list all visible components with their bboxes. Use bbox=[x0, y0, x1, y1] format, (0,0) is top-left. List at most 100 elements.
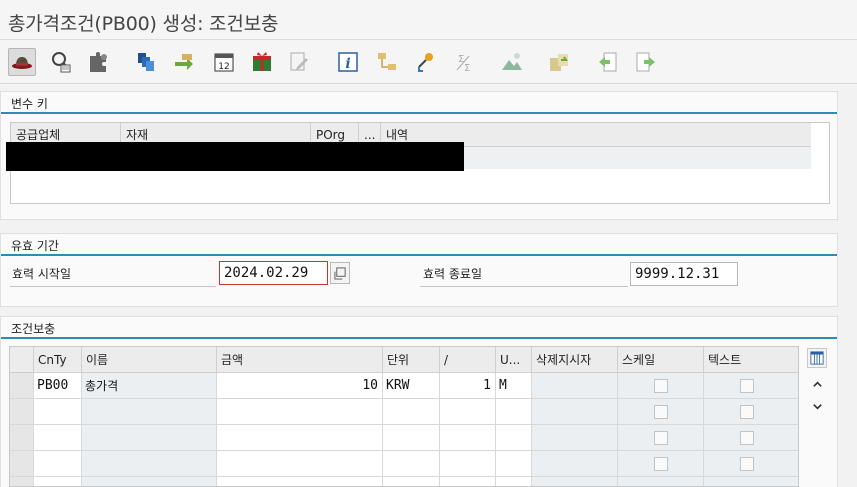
text-checkbox[interactable] bbox=[740, 431, 754, 445]
text-cell bbox=[704, 451, 798, 477]
text-cell bbox=[704, 477, 798, 486]
amount-cell[interactable] bbox=[217, 451, 383, 477]
column-header-amount[interactable]: 금액 bbox=[217, 347, 383, 373]
back-page-icon[interactable] bbox=[594, 48, 622, 76]
row-selector[interactable] bbox=[10, 399, 34, 425]
deletion-cell bbox=[532, 373, 618, 399]
gift-icon[interactable] bbox=[248, 48, 276, 76]
unit-cell[interactable] bbox=[383, 399, 440, 425]
name-cell bbox=[82, 399, 217, 425]
name-cell: 총가격 bbox=[82, 373, 217, 399]
amount-cell[interactable]: 10 bbox=[217, 373, 383, 399]
text-cell bbox=[704, 373, 798, 399]
column-settings-button[interactable] bbox=[807, 348, 827, 368]
import-icon[interactable] bbox=[545, 48, 573, 76]
name-cell bbox=[82, 477, 217, 486]
scale-checkbox[interactable] bbox=[654, 405, 668, 419]
window-title: 총가격조건(PB00) 생성: 조건보충 bbox=[8, 13, 279, 35]
conditions-title: 조건보충 bbox=[11, 322, 56, 336]
calendar-day-text: 12 bbox=[218, 62, 229, 72]
row-selector-header[interactable] bbox=[10, 347, 34, 373]
text-checkbox[interactable] bbox=[740, 457, 754, 471]
sum-icon[interactable]: ΣΣ bbox=[449, 48, 477, 76]
structure-icon[interactable] bbox=[373, 48, 401, 76]
unit-cell[interactable]: KRW bbox=[383, 373, 440, 399]
cnty-cell[interactable] bbox=[34, 399, 82, 425]
scale-cell bbox=[618, 451, 704, 477]
scale-cell bbox=[618, 425, 704, 451]
hat-icon[interactable] bbox=[8, 48, 36, 76]
stack-icon[interactable] bbox=[133, 48, 161, 76]
column-header-text[interactable]: 텍스트 bbox=[704, 347, 798, 373]
scroll-up-button[interactable] bbox=[807, 374, 827, 394]
cnty-cell[interactable] bbox=[34, 425, 82, 451]
per-cell[interactable] bbox=[440, 425, 496, 451]
search-list-icon[interactable] bbox=[47, 48, 75, 76]
date-picker-button[interactable] bbox=[330, 262, 350, 284]
uom-cell[interactable] bbox=[496, 399, 532, 425]
redacted-block bbox=[6, 142, 464, 171]
uom-cell[interactable]: M bbox=[496, 373, 532, 399]
group-divider bbox=[1, 337, 837, 339]
column-header-scale[interactable]: 스케일 bbox=[618, 347, 704, 373]
row-selector[interactable] bbox=[10, 425, 34, 451]
image-icon[interactable] bbox=[498, 48, 526, 76]
svg-text:Σ: Σ bbox=[464, 63, 470, 74]
column-header-deletion[interactable]: 삭제지시자 bbox=[532, 347, 618, 373]
unit-cell[interactable] bbox=[383, 477, 440, 486]
unit-cell[interactable] bbox=[383, 425, 440, 451]
label-underline bbox=[10, 286, 216, 287]
scale-cell bbox=[618, 477, 704, 486]
chevron-down-icon bbox=[812, 403, 822, 410]
per-cell[interactable]: 1 bbox=[440, 373, 496, 399]
column-header-per[interactable]: / bbox=[440, 347, 496, 373]
scale-checkbox[interactable] bbox=[654, 431, 668, 445]
uom-cell[interactable] bbox=[496, 477, 532, 486]
edit-icon[interactable] bbox=[285, 48, 313, 76]
value-help-icon bbox=[333, 266, 346, 280]
valid-from-input[interactable]: 2024.02.29 bbox=[219, 261, 328, 285]
amount-cell[interactable] bbox=[217, 477, 383, 486]
text-checkbox[interactable] bbox=[740, 405, 754, 419]
puzzle-icon[interactable] bbox=[84, 48, 112, 76]
row-selector[interactable] bbox=[10, 373, 34, 399]
key-icon[interactable] bbox=[412, 48, 440, 76]
scale-checkbox[interactable] bbox=[654, 457, 668, 471]
next-page-icon[interactable] bbox=[632, 48, 660, 76]
amount-cell[interactable] bbox=[217, 399, 383, 425]
per-cell[interactable] bbox=[440, 451, 496, 477]
info-icon[interactable]: i bbox=[334, 48, 362, 76]
forward-arrow-icon[interactable] bbox=[170, 48, 198, 76]
chevron-up-icon bbox=[812, 380, 822, 387]
validity-title: 유효 기간 bbox=[11, 239, 59, 253]
deletion-cell bbox=[532, 425, 618, 451]
cnty-cell[interactable]: PB00 bbox=[34, 373, 82, 399]
name-cell bbox=[82, 425, 217, 451]
variable-key-title: 변수 키 bbox=[11, 97, 48, 111]
uom-cell[interactable] bbox=[496, 425, 532, 451]
column-header-uom[interactable]: U... bbox=[496, 347, 532, 373]
per-cell[interactable] bbox=[440, 399, 496, 425]
column-header-unit[interactable]: 단위 bbox=[383, 347, 440, 373]
deletion-cell bbox=[532, 399, 618, 425]
calendar-icon[interactable]: 12 bbox=[210, 48, 238, 76]
valid-from-label: 효력 시작일 bbox=[12, 267, 72, 281]
group-divider bbox=[1, 112, 837, 114]
unit-cell[interactable] bbox=[383, 451, 440, 477]
conditions-grid: CnTy 이름 금액 단위 / U... 삭제지시자 스케일 텍스트 PB00 … bbox=[9, 346, 799, 487]
scale-checkbox[interactable] bbox=[654, 379, 668, 393]
row-selector[interactable] bbox=[10, 451, 34, 477]
amount-cell[interactable] bbox=[217, 425, 383, 451]
row-selector[interactable] bbox=[10, 477, 34, 486]
scale-cell bbox=[618, 373, 704, 399]
valid-to-label: 효력 종료일 bbox=[423, 267, 483, 281]
scroll-down-button[interactable] bbox=[807, 396, 827, 416]
cnty-cell[interactable] bbox=[34, 451, 82, 477]
uom-cell[interactable] bbox=[496, 451, 532, 477]
text-checkbox[interactable] bbox=[740, 379, 754, 393]
per-cell[interactable] bbox=[440, 477, 496, 486]
cnty-cell[interactable] bbox=[34, 477, 82, 486]
valid-to-input[interactable]: 9999.12.31 bbox=[630, 262, 738, 286]
column-header-name[interactable]: 이름 bbox=[82, 347, 217, 373]
column-header-cnty[interactable]: CnTy bbox=[34, 347, 82, 373]
